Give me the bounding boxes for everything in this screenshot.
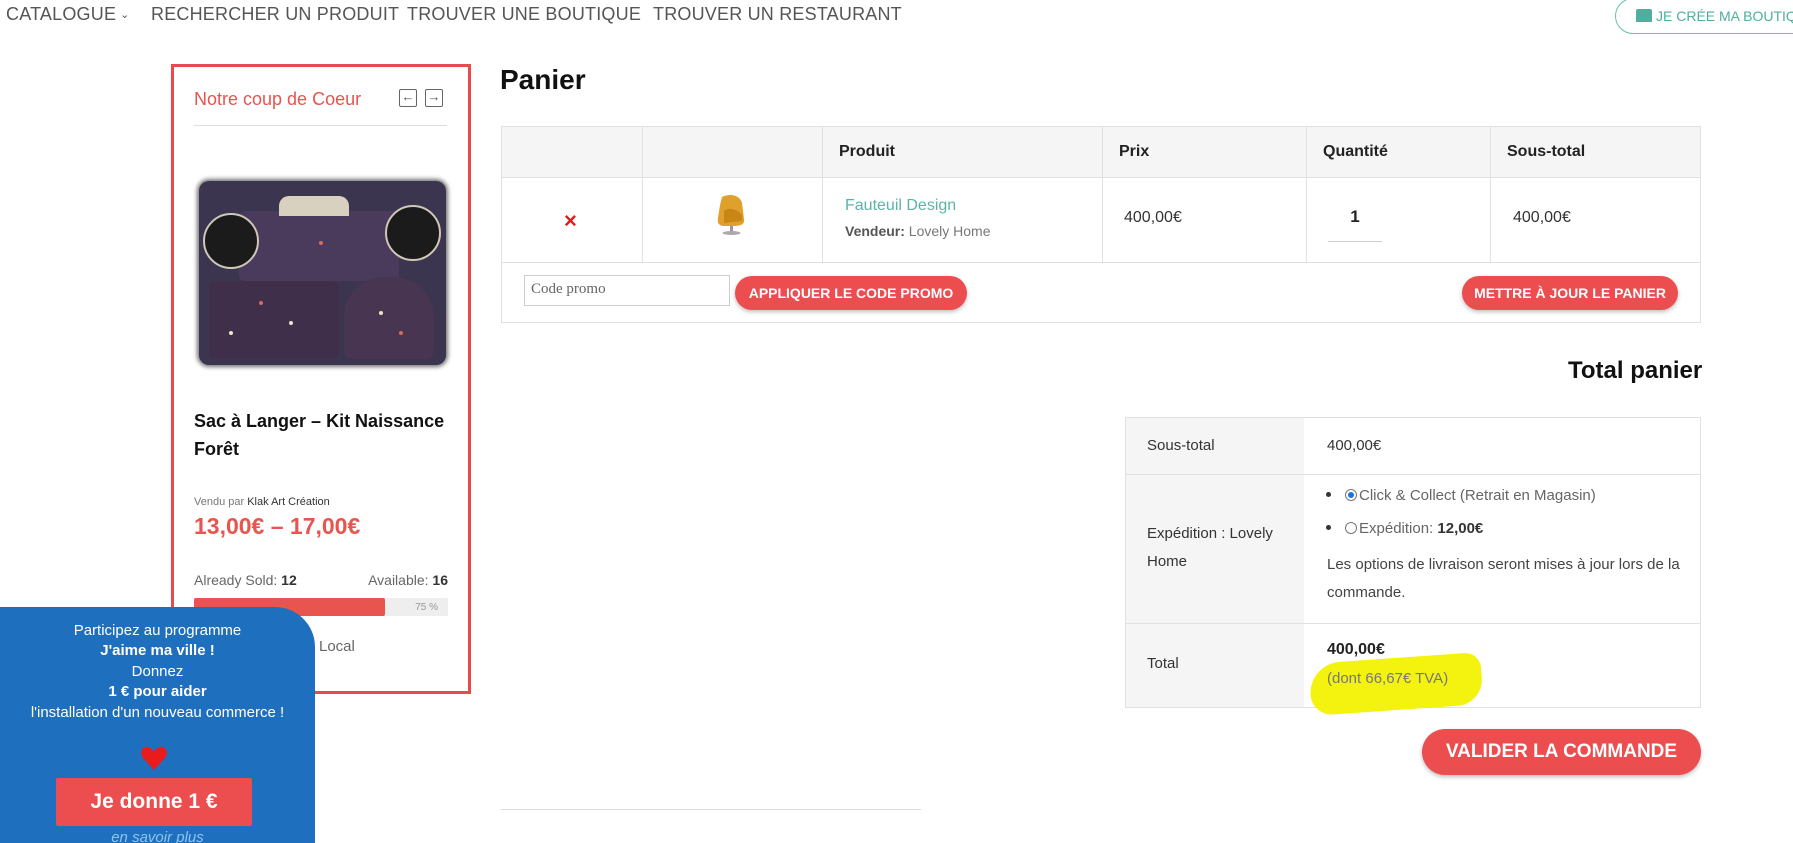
total-value: 400,00€: [1327, 641, 1385, 658]
pattern-dot: [289, 321, 293, 325]
nav-catalogue[interactable]: CATALOGUE ⌄: [6, 4, 130, 25]
update-cart-button[interactable]: METTRE À JOUR LE PANIER: [1462, 276, 1678, 310]
sold-by-label: Vendu par: [194, 496, 245, 508]
shipping-note: Les options de livraison seront mises à …: [1327, 556, 1680, 601]
subtotal-value: 400,00€: [1327, 437, 1382, 454]
header-product: Produit: [839, 143, 895, 160]
vendor-label: Vendeur:: [845, 223, 905, 239]
header-quantity: Quantité: [1323, 143, 1388, 160]
subtotal-label: Sous-total: [1147, 437, 1215, 454]
quantity-input[interactable]: 1: [1328, 197, 1382, 242]
heart-icon: [141, 746, 167, 770]
donate-line-3: Donnez: [131, 663, 184, 680]
available-label: Available:: [368, 572, 429, 588]
donate-line-4: 1 € pour aider: [108, 683, 207, 700]
changing-mat: [209, 281, 339, 359]
product-link[interactable]: Fauteuil Design: [845, 197, 956, 215]
radio-selected[interactable]: [1345, 489, 1357, 501]
divider: [501, 809, 921, 810]
tva-note: (dont 66,67€ TVA): [1327, 670, 1449, 687]
apply-promo-button[interactable]: APPLIQUER LE CODE PROMO: [735, 276, 967, 310]
option2-label: Expédition:: [1359, 520, 1434, 537]
bag-shape: [239, 211, 399, 281]
featured-price: 13,00€ – 17,00€: [194, 513, 361, 539]
featured-product-name[interactable]: Sac à Langer – Kit Naissance Forêt: [194, 407, 454, 463]
learn-more-link[interactable]: en savoir plus: [0, 829, 315, 843]
already-sold-label: Already Sold:: [194, 572, 278, 588]
donation-popup: Participez au programme J'aime ma ville …: [0, 607, 315, 843]
available-value: 16: [432, 572, 448, 588]
featured-title: Notre coup de Coeur: [194, 89, 362, 109]
arrow-right-icon[interactable]: →: [425, 89, 443, 107]
item-price: 400,00€: [1124, 209, 1182, 226]
pattern-dot: [259, 301, 263, 305]
donate-line-2: J'aime ma ville !: [100, 642, 215, 659]
featured-product-panel: Notre coup de Coeur ← → Sac à Langer – K…: [171, 64, 471, 694]
row-divider: [502, 262, 1700, 263]
chevron-down-icon: ⌄: [120, 9, 130, 21]
header-subtotal: Sous-total: [1507, 143, 1586, 160]
create-shop-button[interactable]: JE CRÉE MA BOUTIQ: [1615, 0, 1793, 34]
sold-by-vendor[interactable]: Klak Art Création: [247, 496, 330, 508]
product-image[interactable]: [199, 181, 446, 365]
header-price: Prix: [1119, 143, 1150, 160]
nav-find-restaurant[interactable]: TROUVER UN RESTAURANT: [653, 4, 902, 25]
nav-catalogue-label: CATALOGUE: [6, 4, 117, 24]
pattern-dot: [379, 311, 383, 315]
already-sold: Already Sold: 12: [194, 572, 297, 588]
pattern-dot: [399, 331, 403, 335]
arrow-left-icon[interactable]: ←: [399, 89, 417, 107]
bullet: [1326, 492, 1331, 497]
checkout-button[interactable]: VALIDER LA COMMANDE: [1422, 729, 1701, 775]
total-label: Total: [1147, 655, 1179, 672]
shipping-label: Expédition : Lovely Home: [1147, 525, 1273, 570]
store-icon: [1636, 9, 1652, 22]
vendor-name: Lovely Home: [908, 223, 991, 239]
row-divider: [1126, 474, 1700, 475]
donate-line-5: l'installation d'un nouveau commerce !: [30, 704, 285, 721]
nav-search-product[interactable]: RECHERCHER UN PRODUIT: [151, 4, 399, 25]
local-text: Local: [319, 638, 355, 655]
item-subtotal: 400,00€: [1513, 209, 1571, 226]
promo-code-input[interactable]: Code promo: [524, 275, 730, 306]
cart-totals-table: Sous-total 400,00€ Expédition : Lovely H…: [1125, 417, 1701, 716]
donate-button[interactable]: Je donne 1 €: [56, 778, 252, 826]
donate-line-1: Participez au programme: [73, 622, 242, 639]
column-divider: [1102, 127, 1103, 262]
product-thumbnail[interactable]: [714, 193, 750, 237]
option2-price: 12,00€: [1437, 520, 1484, 537]
column-divider: [642, 127, 643, 262]
bag-handle: [279, 196, 349, 216]
already-sold-value: 12: [281, 572, 297, 588]
column-divider: [822, 127, 823, 262]
shipping-option-click-collect[interactable]: Click & Collect (Retrait en Magasin): [1326, 487, 1596, 504]
nav-find-shop[interactable]: TROUVER UNE BOUTIQUE: [407, 4, 641, 25]
radio-unselected[interactable]: [1345, 522, 1357, 534]
product-vendor: Vendeur: Lovely Home: [845, 223, 991, 239]
column-divider: [1306, 127, 1307, 262]
create-shop-label: JE CRÉE MA BOUTIQ: [1656, 8, 1793, 24]
brand-seal-left: [203, 213, 259, 269]
divider: [194, 125, 447, 126]
brand-seal-right: [385, 205, 441, 261]
cart-table: Produit Prix Quantité Sous-total × Faute…: [501, 126, 1701, 323]
option1-label: Click & Collect (Retrait en Magasin): [1359, 487, 1596, 504]
row-divider: [1126, 623, 1700, 624]
bib: [344, 277, 434, 359]
column-divider: [1490, 127, 1491, 262]
cart-totals-title: Total panier: [1568, 357, 1703, 384]
top-nav: CATALOGUE ⌄ RECHERCHER UN PRODUIT TROUVER…: [0, 0, 1793, 34]
pattern-dot: [229, 331, 233, 335]
shipping-option-delivery[interactable]: Expédition: 12,00€: [1326, 520, 1483, 537]
sold-progress-label: 75 %: [415, 602, 438, 613]
available: Available: 16: [368, 572, 448, 588]
sold-by: Vendu par Klak Art Création: [194, 496, 330, 508]
bullet: [1326, 525, 1331, 530]
pattern-dot: [319, 241, 323, 245]
page-title: Panier: [500, 64, 586, 95]
remove-item-icon[interactable]: ×: [564, 208, 577, 234]
